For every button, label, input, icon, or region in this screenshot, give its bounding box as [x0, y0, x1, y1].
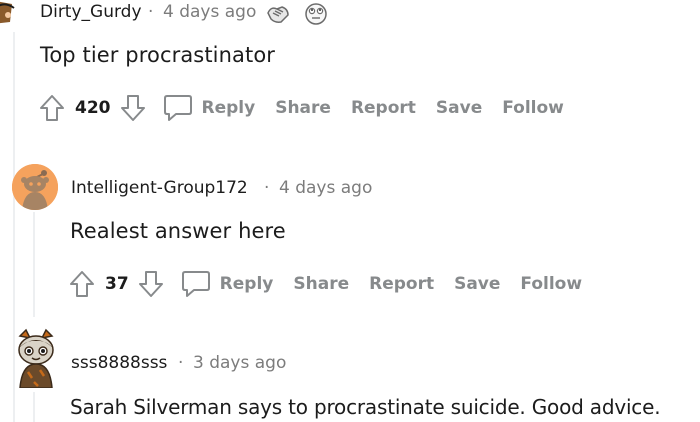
comment-action-bar: 37 Reply Share Report Save Follow [67, 267, 582, 301]
reply-icon [162, 92, 194, 124]
downvote-icon[interactable] [136, 269, 166, 299]
snoo-costume-icon [18, 328, 54, 388]
report-button[interactable]: Report [351, 98, 416, 118]
comment-timestamp[interactable]: 4 days ago [279, 178, 372, 198]
handshake-award-icon[interactable] [265, 0, 291, 26]
upvote-icon[interactable] [37, 93, 67, 123]
vote-score: 37 [105, 274, 129, 294]
avatar[interactable] [0, 0, 18, 28]
share-button[interactable]: Share [293, 274, 349, 294]
thread-line[interactable] [33, 212, 35, 317]
upvote-icon[interactable] [67, 269, 97, 299]
follow-button[interactable]: Follow [520, 274, 582, 294]
meta-separator: · [264, 178, 270, 198]
rolling-eyes-award-icon[interactable] [303, 0, 329, 26]
report-button[interactable]: Report [369, 274, 434, 294]
save-button[interactable]: Save [436, 98, 482, 118]
comment-body: Sarah Silverman says to procrastinate su… [70, 395, 661, 419]
share-button[interactable]: Share [275, 98, 331, 118]
comment-author[interactable]: Dirty_Gurdy [40, 2, 142, 22]
reply-label: Reply [201, 98, 256, 118]
comment-timestamp[interactable]: 4 days ago [163, 2, 256, 22]
avatar[interactable] [12, 328, 60, 388]
downvote-icon[interactable] [118, 93, 148, 123]
follow-button[interactable]: Follow [502, 98, 564, 118]
reply-button[interactable]: Reply [180, 268, 274, 300]
reply-icon [180, 268, 212, 300]
comment-action-bar: 420 Reply Share Report Save Follow [37, 91, 564, 125]
comment-timestamp[interactable]: 3 days ago [193, 353, 286, 373]
snoo-icon [12, 164, 58, 210]
comment-body: Realest answer here [70, 219, 286, 243]
meta-separator: · [178, 353, 184, 373]
reply-button[interactable]: Reply [162, 92, 256, 124]
thread-line[interactable] [33, 392, 35, 422]
save-button[interactable]: Save [454, 274, 500, 294]
comment-author[interactable]: Intelligent-Group172 [71, 178, 248, 198]
comment-author[interactable]: sss8888sss [71, 353, 167, 373]
vote-score: 420 [75, 98, 111, 118]
comment-body: Top tier procrastinator [40, 43, 276, 67]
avatar[interactable] [12, 164, 58, 210]
meta-separator: · [148, 2, 154, 22]
reply-label: Reply [219, 274, 274, 294]
